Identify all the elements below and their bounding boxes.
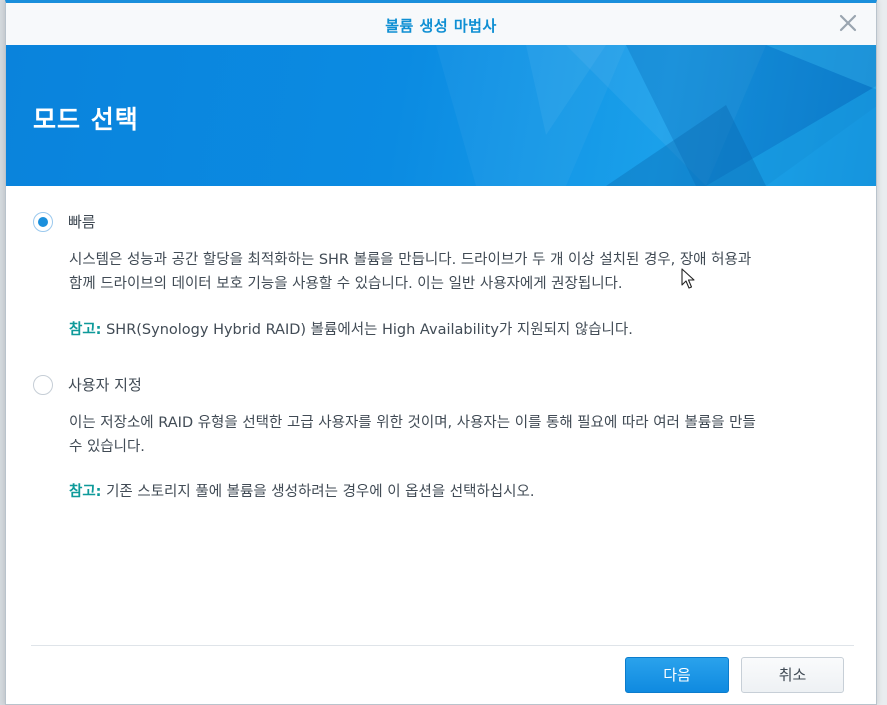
note-prefix: 참고: xyxy=(69,322,102,338)
cancel-button[interactable]: 취소 xyxy=(741,657,844,693)
option-custom[interactable]: 사용자 지정 xyxy=(33,374,142,395)
option-quick-description: 시스템은 성능과 공간 할당을 최적화하는 SHR 볼륨을 만듭니다. 드라이브… xyxy=(69,248,859,296)
header-banner: 모드 선택 xyxy=(6,45,876,186)
mouse-pointer-icon xyxy=(681,268,695,294)
close-icon xyxy=(839,14,857,32)
banner-title: 모드 선택 xyxy=(33,105,139,134)
note-text: SHR(Synology Hybrid RAID) 볼륨에서는 High Ava… xyxy=(101,322,633,338)
page-scroll-edge xyxy=(877,0,887,705)
option-custom-description-line: 수 있습니다. xyxy=(69,439,145,455)
note-prefix: 참고: xyxy=(69,484,102,500)
note-text: 기존 스토리지 풀에 볼륨을 생성하려는 경우에 이 옵션을 선택하십시오. xyxy=(101,484,535,500)
close-button[interactable] xyxy=(838,13,858,33)
option-custom-note: 참고: 기존 스토리지 풀에 볼륨을 생성하려는 경우에 이 옵션을 선택하십시… xyxy=(69,480,859,501)
option-quick-description-line: 함께 드라이브의 데이터 보호 기능을 사용할 수 있습니다. 이는 일반 사용… xyxy=(69,276,623,292)
next-button[interactable]: 다음 xyxy=(625,657,729,693)
radio-quick[interactable] xyxy=(33,211,53,232)
footer-divider xyxy=(31,645,854,646)
option-quick-note: 참고: SHR(Synology Hybrid RAID) 볼륨에서는 High… xyxy=(69,318,859,339)
option-custom-description: 이는 저장소에 RAID 유형을 선택한 고급 사용자를 위한 것이며, 사용자… xyxy=(69,411,859,459)
dialog-titlebar: 볼륨 생성 마법사 xyxy=(6,3,876,46)
dialog-title: 볼륨 생성 마법사 xyxy=(385,17,497,35)
option-quick-description-line: 시스템은 성능과 공간 할당을 최적화하는 SHR 볼륨을 만듭니다. 드라이브… xyxy=(69,252,752,268)
volume-wizard-dialog: 볼륨 생성 마법사 모드 선택 빠름 시스템은 성능과 공간 할당을 최적화하는… xyxy=(5,0,877,705)
option-custom-label: 사용자 지정 xyxy=(68,376,142,394)
option-quick[interactable]: 빠름 xyxy=(33,211,96,232)
option-custom-description-line: 이는 저장소에 RAID 유형을 선택한 고급 사용자를 위한 것이며, 사용자… xyxy=(69,415,756,431)
option-quick-label: 빠름 xyxy=(68,213,96,231)
radio-custom[interactable] xyxy=(33,374,53,395)
